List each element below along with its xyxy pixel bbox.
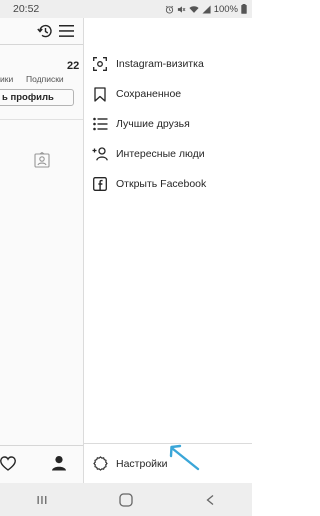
status-bar: 20:52 100% (0, 0, 252, 18)
drawer-item-close-friends[interactable]: Лучшие друзья (84, 110, 252, 138)
bookmark-icon (92, 86, 108, 102)
drawer-item-label: Лучшие друзья (116, 118, 190, 130)
drawer-item-label: Интересные люди (116, 148, 205, 160)
drawer-item-nametag[interactable]: Instagram-визитка (84, 50, 252, 78)
settings-gear-icon (92, 456, 108, 472)
signal-icon (202, 4, 211, 14)
recent-apps-icon (37, 495, 47, 504)
drawer-item-open-facebook[interactable]: Открыть Facebook (84, 170, 252, 198)
drawer-item-label: Открыть Facebook (116, 178, 207, 190)
screen: 20:52 100% 22 ики Подписки ь профиль Ins… (0, 0, 252, 516)
recent-apps-button[interactable] (22, 483, 62, 516)
home-button[interactable] (106, 483, 146, 516)
drawer-item-label: Сохраненное (116, 88, 182, 100)
close-friends-icon (92, 116, 108, 132)
drawer-item-discover-people[interactable]: Интересные люди (84, 140, 252, 168)
side-drawer: Instagram-визитка Сохраненное Лучшие дру… (83, 18, 252, 483)
alarm-icon (165, 5, 173, 14)
discover-people-icon (92, 146, 108, 162)
drawer-item-saved[interactable]: Сохраненное (84, 80, 252, 108)
nametag-icon (92, 56, 108, 72)
annotation-arrow-icon (169, 444, 200, 471)
mute-icon (177, 5, 186, 13)
facebook-icon (92, 176, 108, 192)
settings-label: Настройки (116, 457, 168, 470)
drawer-item-label: Instagram-визитка (116, 58, 204, 70)
status-icons: 100% (165, 4, 247, 15)
back-button[interactable] (190, 483, 230, 516)
back-icon (206, 494, 214, 505)
wifi-icon (189, 5, 199, 13)
drawer-scrim[interactable] (0, 18, 84, 483)
status-time: 20:52 (13, 3, 40, 15)
battery-icon (241, 4, 247, 14)
android-nav-bar (0, 483, 252, 516)
battery-percent: 100% (213, 3, 238, 15)
home-icon (119, 492, 133, 507)
